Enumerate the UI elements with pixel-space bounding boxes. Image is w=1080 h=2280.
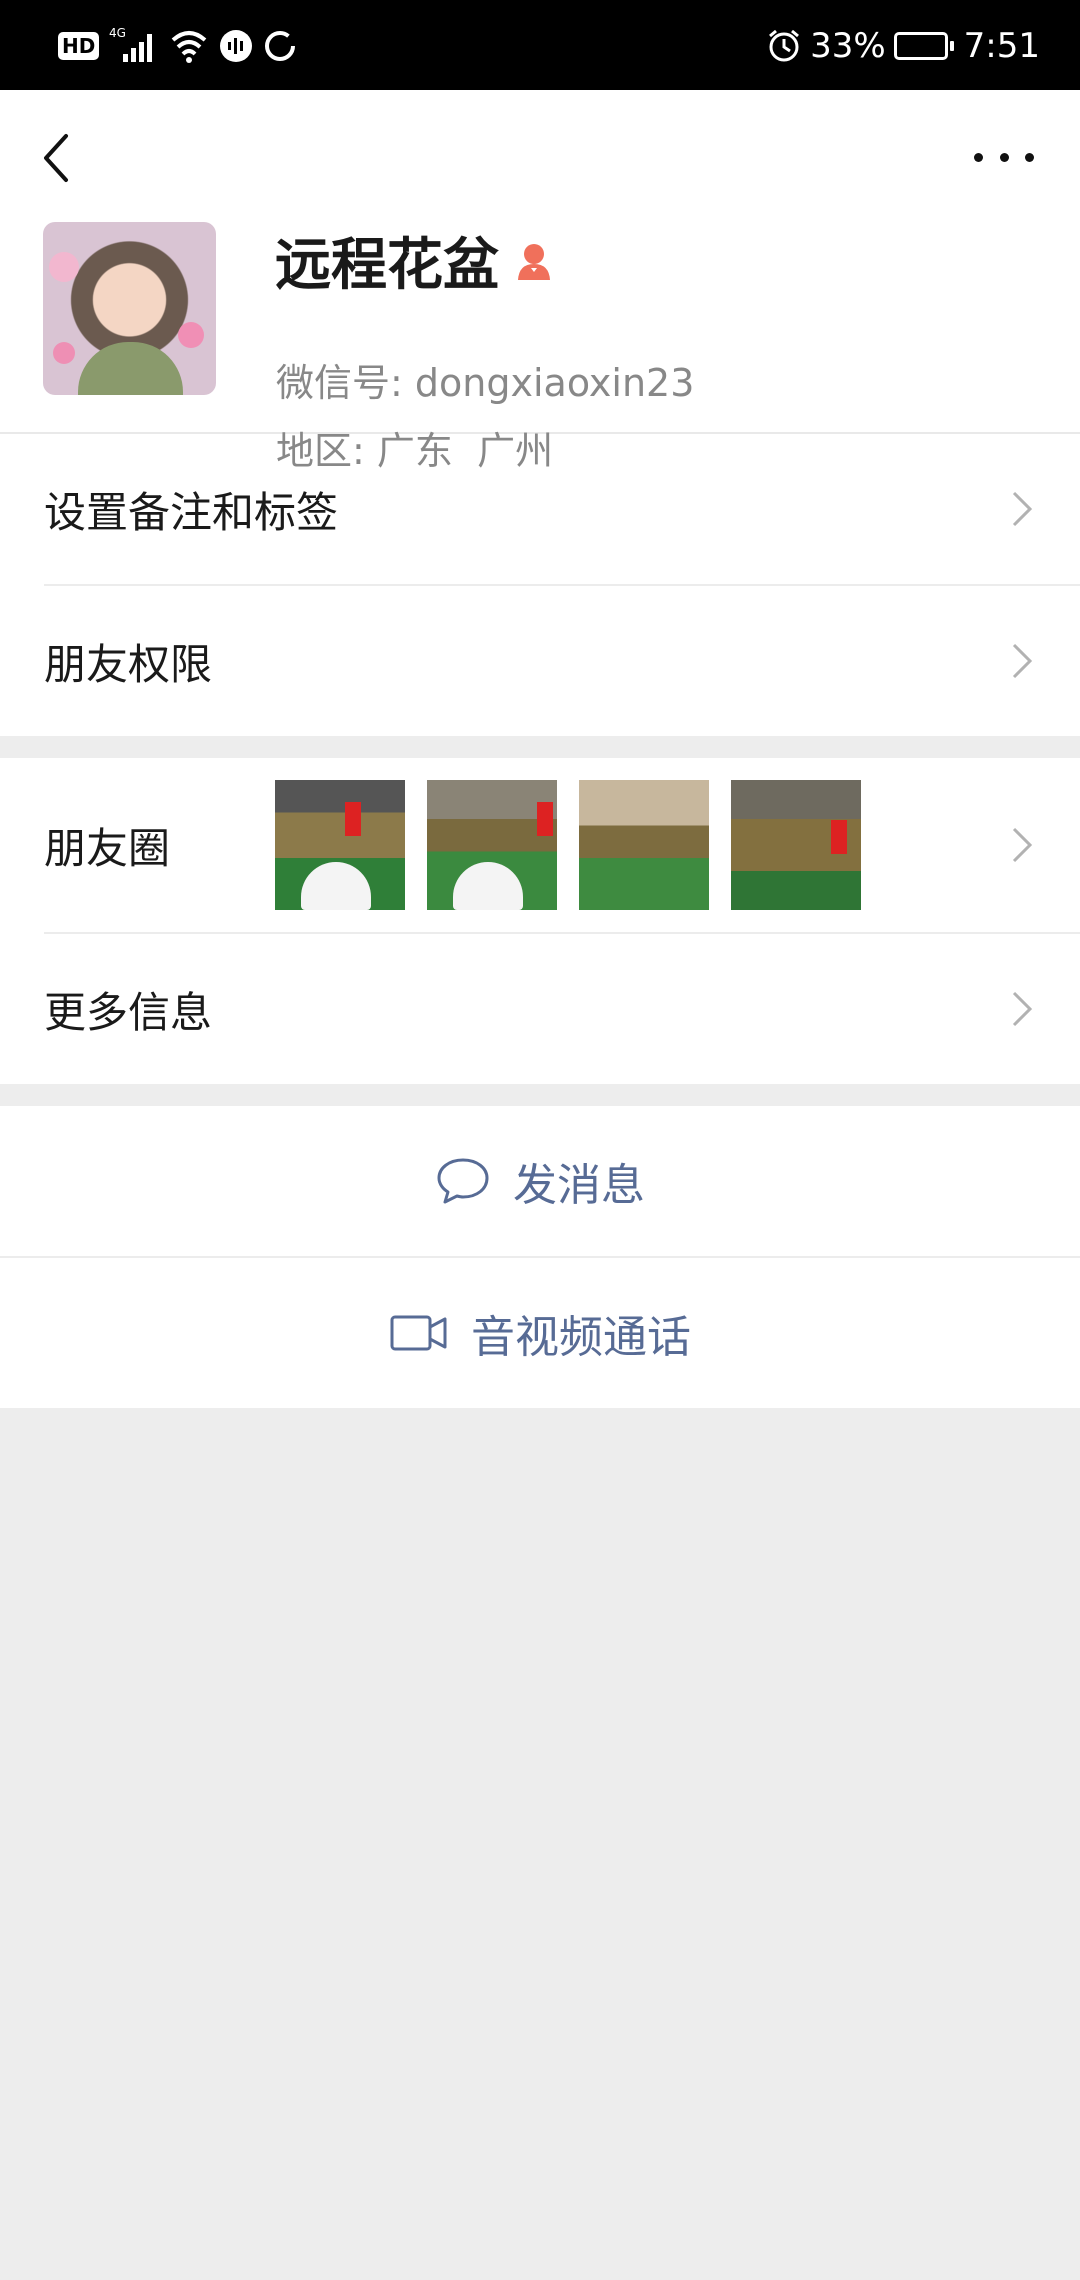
moment-photo[interactable] bbox=[731, 780, 861, 910]
chat-bubble-icon bbox=[437, 1158, 489, 1204]
hd-badge: HD bbox=[58, 32, 100, 60]
section-separator bbox=[0, 736, 1080, 758]
chevron-right-icon bbox=[1012, 827, 1033, 863]
chevron-right-icon bbox=[1012, 991, 1033, 1027]
more-info-label: 更多信息 bbox=[44, 987, 213, 1037]
battery-icon bbox=[893, 32, 954, 60]
audio-icon bbox=[220, 30, 253, 62]
remarks-and-tags-label: 设置备注和标签 bbox=[44, 487, 339, 537]
wechat-id-line: 微信号: dongxiaoxin23 bbox=[276, 352, 694, 407]
female-icon bbox=[518, 243, 550, 280]
status-left: HD 4G bbox=[58, 24, 297, 68]
moment-photo[interactable] bbox=[427, 780, 557, 910]
contact-name: 远程花盆 bbox=[275, 220, 555, 301]
battery-percent: 33% bbox=[810, 26, 886, 66]
wechat-id-value: dongxiaoxin23 bbox=[414, 361, 695, 405]
friend-permissions-row[interactable]: 朋友权限 bbox=[44, 586, 1080, 736]
friend-permissions-label: 朋友权限 bbox=[44, 639, 213, 689]
send-message-button[interactable]: 发消息 bbox=[0, 1106, 1080, 1256]
send-message-label: 发消息 bbox=[513, 1160, 645, 1211]
network-type-label: 4G bbox=[109, 26, 126, 40]
loading-icon bbox=[265, 31, 296, 61]
signal-icon: 4G bbox=[109, 26, 153, 62]
moment-photo[interactable] bbox=[579, 780, 709, 910]
more-info-row[interactable]: 更多信息 bbox=[44, 934, 1080, 1084]
chevron-right-icon bbox=[1012, 643, 1033, 679]
alarm-icon bbox=[769, 29, 800, 62]
status-bar: HD 4G 33% 7:51 bbox=[0, 0, 1080, 90]
chevron-right-icon bbox=[1012, 491, 1033, 527]
video-camera-icon bbox=[390, 1315, 447, 1351]
moments-label: 朋友圈 bbox=[44, 823, 171, 873]
moment-photo[interactable] bbox=[275, 780, 405, 910]
status-right: 33% 7:51 bbox=[766, 18, 1040, 74]
wifi-icon bbox=[172, 31, 207, 63]
contact-profile-page: 远程花盆 微信号: dongxiaoxin23 地区: 广东 广州 设置备注和标… bbox=[0, 90, 1080, 1408]
avatar[interactable] bbox=[43, 222, 216, 395]
video-call-button[interactable]: 音视频通话 bbox=[0, 1256, 1080, 1408]
wechat-id-label: 微信号: bbox=[276, 361, 403, 405]
moments-row[interactable]: 朋友圈 bbox=[44, 758, 1080, 934]
remarks-and-tags-row[interactable]: 设置备注和标签 bbox=[44, 434, 1080, 586]
clock: 7:51 bbox=[963, 26, 1040, 66]
moments-thumbnails bbox=[275, 780, 861, 910]
profile-header: 远程花盆 微信号: dongxiaoxin23 地区: 广东 广州 bbox=[0, 90, 1080, 473]
action-buttons: 发消息 音视频通话 bbox=[0, 1106, 1080, 1408]
section-separator bbox=[0, 1084, 1080, 1106]
contact-name-text: 远程花盆 bbox=[275, 233, 499, 298]
video-call-label: 音视频通话 bbox=[471, 1312, 691, 1363]
